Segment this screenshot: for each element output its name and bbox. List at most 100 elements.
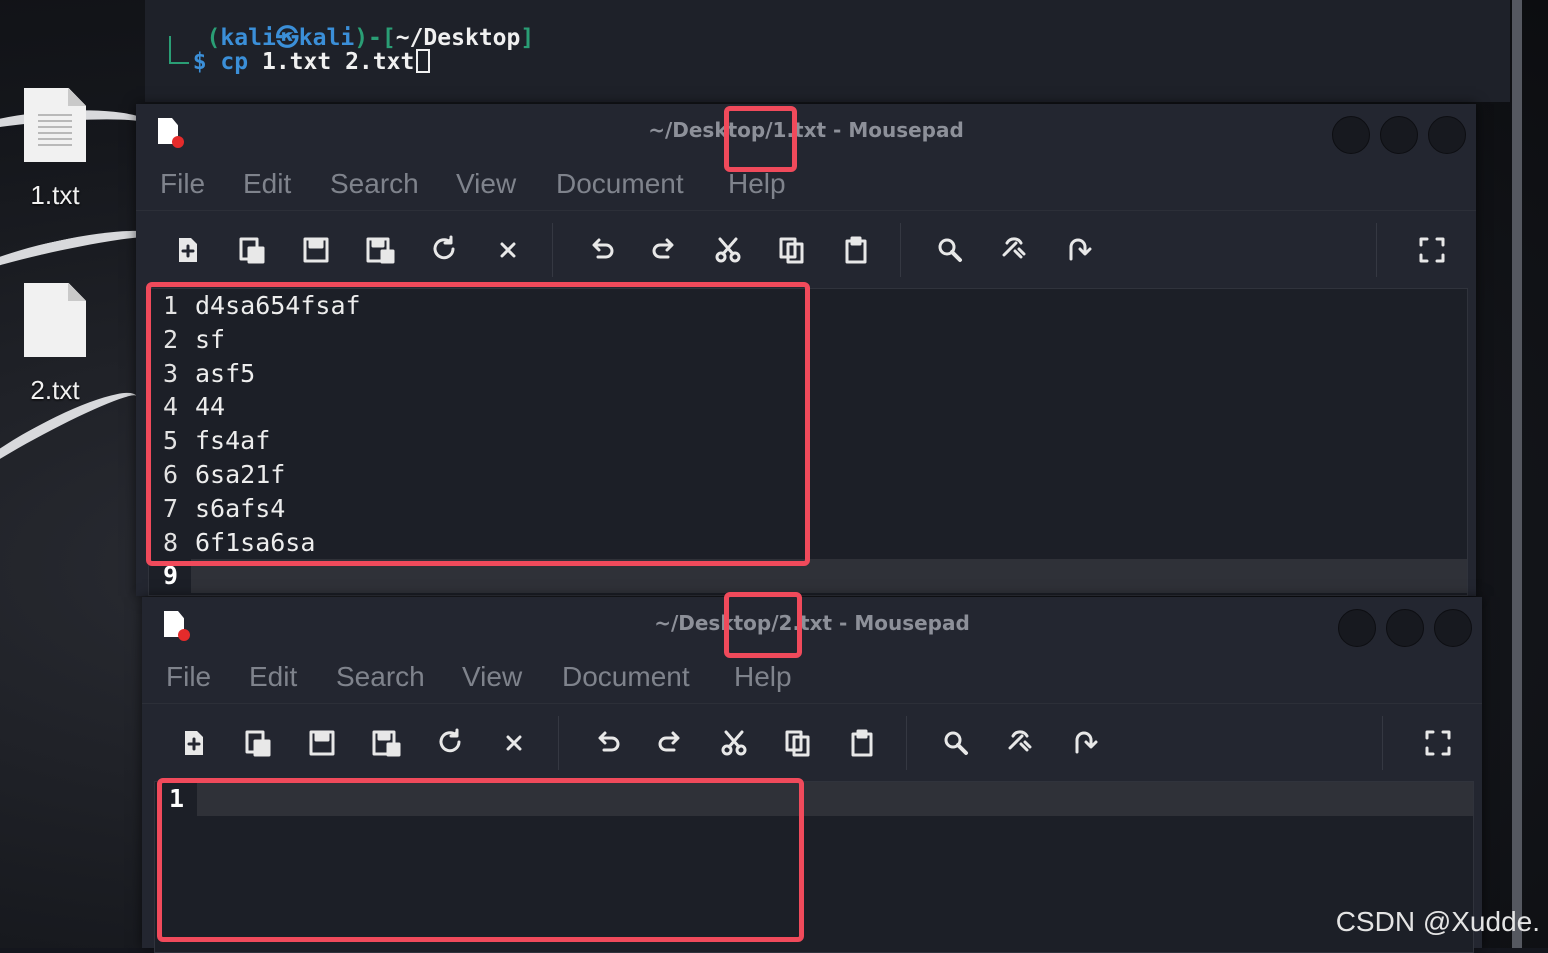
new-window-icon xyxy=(237,237,267,272)
copy-button[interactable] xyxy=(778,723,818,763)
reload-button[interactable] xyxy=(424,230,464,270)
prompt-path: ~/Desktop xyxy=(395,25,521,51)
menu-search[interactable]: Search xyxy=(330,168,419,200)
desktop-icon-1-txt[interactable]: 1.txt xyxy=(10,88,100,211)
new-document-button[interactable] xyxy=(168,230,208,270)
prompt-user: kali xyxy=(220,25,276,51)
cut-button[interactable] xyxy=(714,723,754,763)
toolbar-separator xyxy=(1382,716,1383,770)
close-icon xyxy=(499,732,529,765)
command-name: cp xyxy=(220,49,249,75)
find-button[interactable] xyxy=(930,230,970,270)
find-replace-icon xyxy=(1005,730,1035,765)
terminal-window[interactable]: ┌──(kali㉿kali)-[~/Desktop] └─$ cp 1.txt … xyxy=(145,0,1510,102)
new-document-icon xyxy=(179,731,209,765)
toolbar xyxy=(136,210,1476,289)
undo-icon xyxy=(593,731,623,765)
command-args: 1.txt 2.txt xyxy=(261,49,415,75)
window-titlebar[interactable]: ~/Desktop/2.txt - Mousepad xyxy=(142,597,1482,653)
menu-help[interactable]: Help xyxy=(734,661,792,693)
save-as-button[interactable] xyxy=(366,723,406,763)
fullscreen-button[interactable] xyxy=(1418,723,1458,763)
menu-document[interactable]: Document xyxy=(556,168,684,200)
watermark: CSDN @Xudde. xyxy=(1335,906,1540,937)
maximize-button[interactable] xyxy=(1386,609,1424,647)
toolbar-separator xyxy=(552,223,553,277)
menu-search[interactable]: Search xyxy=(336,661,425,693)
new-window-button[interactable] xyxy=(238,723,278,763)
menubar: File Edit Search View Document Help xyxy=(136,160,1476,210)
go-to-line-button[interactable] xyxy=(1058,230,1098,270)
fullscreen-button[interactable] xyxy=(1412,230,1452,270)
menu-help[interactable]: Help xyxy=(728,168,786,200)
terminal-command-line: └─$ cp 1.txt 2.txt xyxy=(165,49,431,75)
close-window-button[interactable] xyxy=(1428,116,1466,154)
minimize-button[interactable] xyxy=(1332,116,1370,154)
copy-icon xyxy=(777,237,807,272)
close-button[interactable] xyxy=(488,230,528,270)
maximize-button[interactable] xyxy=(1380,116,1418,154)
desktop-icon-label: 1.txt xyxy=(30,180,80,210)
redo-button[interactable] xyxy=(644,230,684,270)
menu-file[interactable]: File xyxy=(166,661,211,693)
undo-button[interactable] xyxy=(582,230,622,270)
new-document-button[interactable] xyxy=(174,723,214,763)
save-button[interactable] xyxy=(302,723,342,763)
highlight-box-content-1 xyxy=(146,282,810,566)
window-title: ~/Desktop/2.txt - Mousepad xyxy=(654,611,970,635)
copy-icon xyxy=(783,730,813,765)
save-as-icon xyxy=(371,730,401,765)
redo-button[interactable] xyxy=(650,723,690,763)
blank-file-icon xyxy=(24,283,86,357)
go-to-line-icon xyxy=(1069,731,1099,765)
terminal-cursor xyxy=(416,49,431,73)
menu-file[interactable]: File xyxy=(160,168,205,200)
menu-view[interactable]: View xyxy=(462,661,522,693)
redo-icon xyxy=(655,731,685,765)
menubar: File Edit Search View Document Help xyxy=(142,653,1482,703)
save-icon xyxy=(307,730,337,765)
new-document-icon xyxy=(173,238,203,272)
window-titlebar[interactable]: ~/Desktop/1.txt - Mousepad xyxy=(136,104,1476,160)
desktop-icon-2-txt[interactable]: 2.txt xyxy=(10,283,100,406)
minimize-button[interactable] xyxy=(1338,609,1376,647)
highlight-box-content-2 xyxy=(157,778,804,942)
menu-edit[interactable]: Edit xyxy=(249,661,297,693)
cut-button[interactable] xyxy=(708,230,748,270)
go-to-line-icon xyxy=(1063,238,1093,272)
paste-button[interactable] xyxy=(836,230,876,270)
toolbar-separator xyxy=(906,716,907,770)
paste-icon xyxy=(847,729,877,765)
undo-icon xyxy=(587,238,617,272)
toolbar-separator xyxy=(1376,223,1377,277)
find-icon xyxy=(941,731,971,765)
highlight-box-title-1 xyxy=(724,106,797,172)
copy-button[interactable] xyxy=(772,230,812,270)
toolbar xyxy=(142,703,1482,782)
close-button[interactable] xyxy=(494,723,534,763)
reload-icon xyxy=(429,235,459,272)
prompt-dollar: $ xyxy=(192,49,207,75)
reload-button[interactable] xyxy=(430,723,470,763)
find-replace-button[interactable] xyxy=(1000,723,1040,763)
text-file-icon xyxy=(24,88,86,162)
prompt-at: ㉿ xyxy=(275,25,299,51)
go-to-line-button[interactable] xyxy=(1064,723,1104,763)
new-window-icon xyxy=(243,730,273,765)
desktop-icon-label: 2.txt xyxy=(30,375,80,405)
save-button[interactable] xyxy=(296,230,336,270)
menu-edit[interactable]: Edit xyxy=(243,168,291,200)
close-window-button[interactable] xyxy=(1434,609,1472,647)
menu-document[interactable]: Document xyxy=(562,661,690,693)
undo-button[interactable] xyxy=(588,723,628,763)
terminal-scrollbar[interactable] xyxy=(1512,0,1522,948)
paste-button[interactable] xyxy=(842,723,882,763)
find-replace-button[interactable] xyxy=(994,230,1034,270)
menu-view[interactable]: View xyxy=(456,168,516,200)
new-window-button[interactable] xyxy=(232,230,272,270)
toolbar-separator xyxy=(558,716,559,770)
save-as-button[interactable] xyxy=(360,230,400,270)
find-button[interactable] xyxy=(936,723,976,763)
find-icon xyxy=(935,238,965,272)
reload-icon xyxy=(435,728,465,765)
